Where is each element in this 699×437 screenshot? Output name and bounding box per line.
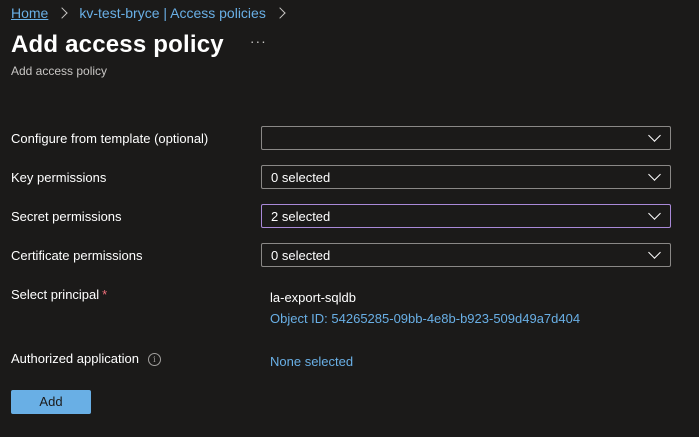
breadcrumb-home-link[interactable]: Home	[11, 5, 48, 21]
add-button[interactable]: Add	[11, 390, 91, 414]
authorized-application-label: Authorized application i	[11, 351, 161, 367]
chevron-right-icon	[274, 7, 286, 19]
authorized-application-label-text: Authorized application	[11, 351, 139, 366]
secret-permissions-label: Secret permissions	[11, 209, 122, 224]
title-row: Add access policy ···	[11, 31, 267, 59]
page-subtitle: Add access policy	[11, 64, 108, 78]
template-label: Configure from template (optional)	[11, 131, 209, 146]
authorized-application-link[interactable]: None selected	[270, 354, 353, 369]
chevron-down-icon	[648, 246, 661, 259]
key-permissions-label: Key permissions	[11, 170, 107, 185]
secret-permissions-value: 2 selected	[271, 209, 331, 224]
chevron-right-icon	[56, 7, 69, 19]
select-principal-label-text: Select principal	[11, 287, 100, 302]
principal-object-id-link[interactable]: Object ID: 54265285-09bb-4e8b-b923-509d4…	[270, 311, 580, 326]
principal-name: la-export-sqldb	[270, 290, 356, 305]
select-principal-label: Select principal *	[11, 287, 107, 302]
certificate-permissions-value: 0 selected	[271, 248, 331, 263]
page-title: Add access policy	[11, 31, 224, 58]
certificate-permissions-dropdown[interactable]: 0 selected	[261, 243, 671, 267]
key-permissions-dropdown[interactable]: 0 selected	[261, 165, 671, 189]
add-access-policy-page: Home kv-test-bryce | Access policies Add…	[0, 0, 699, 437]
chevron-down-icon	[648, 129, 661, 142]
template-dropdown[interactable]	[261, 126, 671, 150]
key-permissions-value: 0 selected	[271, 170, 331, 185]
certificate-permissions-label: Certificate permissions	[11, 248, 143, 263]
chevron-down-icon	[648, 207, 661, 220]
more-options-button[interactable]: ···	[250, 33, 267, 49]
info-icon[interactable]: i	[147, 353, 161, 366]
secret-permissions-dropdown[interactable]: 2 selected	[261, 204, 671, 228]
chevron-down-icon	[648, 168, 661, 181]
breadcrumb-access-policies-link[interactable]: kv-test-bryce | Access policies	[79, 5, 265, 21]
required-marker: *	[102, 287, 108, 302]
breadcrumb: Home kv-test-bryce | Access policies	[11, 5, 297, 21]
